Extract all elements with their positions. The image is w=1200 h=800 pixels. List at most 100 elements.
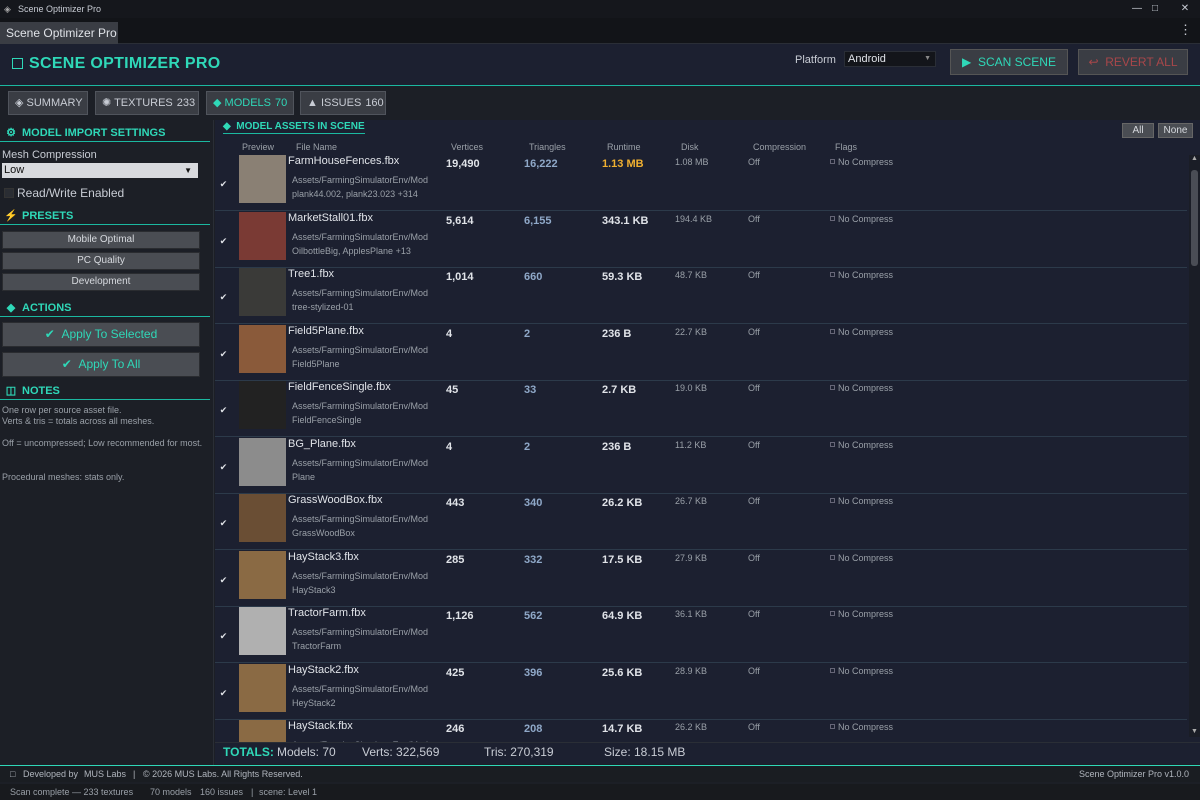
model-preview-thumbnail — [239, 437, 286, 486]
footer-version: Scene Optimizer Pro v1.0.0 — [1079, 769, 1190, 779]
disk-size: 28.9 KB — [675, 665, 708, 676]
file-path: Assets/FarmingSimulatorEnv/Mod — [292, 231, 429, 242]
undo-icon: ↩ — [1088, 55, 1099, 69]
row-select-checkbox[interactable]: ✔ — [218, 574, 229, 586]
notes-heading: ◫ NOTES — [0, 384, 210, 400]
row-select-checkbox[interactable]: ✔ — [218, 292, 229, 303]
tab-scene-optimizer[interactable]: Scene Optimizer Pro — [0, 22, 118, 44]
disk-size: 1.08 MB — [675, 157, 709, 167]
file-name: FarmHouseFences.fbx — [288, 155, 400, 167]
editor-tabbar: Scene Optimizer Pro ⋮ — [0, 18, 1200, 44]
flag-text: No Compress — [838, 496, 894, 506]
platform-select[interactable]: Android ▼ — [844, 51, 936, 67]
revert-all-button[interactable]: ↩ REVERT ALL — [1078, 49, 1188, 75]
runtime-size: 17.5 KB — [602, 553, 643, 566]
row-select-checkbox[interactable]: ✔ — [218, 461, 229, 473]
flag-box-icon — [830, 611, 835, 616]
row-select-checkbox[interactable]: ✔ — [218, 687, 229, 699]
column-header-runtime[interactable]: Runtime — [607, 142, 641, 152]
flags: No Compress — [830, 270, 893, 280]
scan-scene-button[interactable]: ▶ SCAN SCENE — [950, 49, 1068, 75]
table-row[interactable]: ✔ Tree1.fbx Assets/FarmingSimulatorEnv/Mod… — [215, 268, 1187, 324]
flag-box-icon — [830, 667, 835, 673]
select-all-button[interactable]: All — [1122, 123, 1154, 138]
tab-issues[interactable]: ▲ ISSUES 160 — [300, 91, 386, 115]
flag-text: No Compress — [838, 213, 894, 224]
file-name: TractorFarm.fbx — [288, 607, 366, 619]
table-row[interactable]: ✔ GrassWoodBox.fbx Assets/FarmingSimulator… — [215, 494, 1187, 550]
table-row[interactable]: ✔ BG_Plane.fbx Assets/FarmingSimulatorEnv/… — [215, 437, 1187, 494]
file-name: MarketStall01.fbx — [288, 211, 373, 224]
diamond-icon: ◆ — [6, 302, 16, 314]
row-select-checkbox[interactable]: ✔ — [218, 631, 229, 642]
column-header-compression[interactable]: Compression — [753, 142, 806, 152]
scroll-up-icon[interactable]: ▲ — [1189, 155, 1200, 165]
platform-value: Android — [848, 53, 886, 65]
close-button[interactable]: ✕ — [1168, 0, 1200, 18]
runtime-size: 236 B — [602, 440, 632, 453]
row-select-checkbox[interactable]: ✔ — [218, 518, 229, 529]
preset-mobile-optimal-button[interactable]: Mobile Optimal — [2, 231, 200, 249]
column-header-flags[interactable]: Flags — [835, 142, 857, 152]
row-select-checkbox[interactable]: ✔ — [218, 179, 229, 190]
table-row[interactable]: ✔ FarmHouseFences.fbx Assets/FarmingSimula… — [215, 155, 1187, 211]
gear-icon: ⚙ — [6, 127, 16, 139]
tab-textures[interactable]: ✺ TEXTURES 233 — [95, 91, 199, 115]
model-import-settings-heading: ⚙ MODEL IMPORT SETTINGS — [0, 126, 210, 142]
row-select-checkbox[interactable]: ✔ — [218, 405, 229, 416]
presets-text: PRESETS — [22, 210, 74, 222]
model-preview-thumbnail — [239, 324, 286, 373]
preset-pc-quality-button[interactable]: PC Quality — [2, 252, 200, 270]
tab-models[interactable]: ◆ MODELS 70 — [206, 91, 294, 115]
table-row[interactable]: ✔ Field5Plane.fbx Assets/FarmingSimulatorE… — [215, 324, 1187, 381]
mesh-compression-select[interactable]: Low ▼ — [2, 163, 198, 178]
scan-scene-label: SCAN SCENE — [977, 55, 1056, 69]
compression-value: Off — [748, 552, 760, 563]
model-preview-thumbnail — [239, 494, 286, 542]
disk-size: 36.1 KB — [675, 609, 708, 619]
row-select-checkbox[interactable]: ✔ — [218, 235, 229, 247]
flag-text: No Compress — [838, 722, 894, 732]
column-header-triangles[interactable]: Triangles — [529, 142, 566, 152]
maximize-button[interactable]: □ — [1138, 0, 1172, 18]
row-select-checkbox[interactable]: ✔ — [218, 348, 229, 360]
disk-size: 26.2 KB — [675, 722, 708, 732]
table-row[interactable]: ✔ MarketStall01.fbx Assets/FarmingSimulato… — [215, 211, 1187, 268]
flag-text: No Compress — [838, 270, 894, 280]
status-scene: scene: Level 1 — [259, 787, 318, 797]
flag-box-icon — [830, 554, 835, 560]
preset-development-button[interactable]: Development — [2, 273, 200, 291]
compression-value: Off — [748, 609, 760, 619]
tab-models-label: MODELS — [224, 97, 271, 109]
textures-icon: ✺ — [102, 97, 112, 109]
apply-to-all-button[interactable]: ✔ Apply To All — [2, 352, 200, 377]
table-row[interactable]: ✔ FieldFenceSingle.fbx Assets/FarmingSimul… — [215, 381, 1187, 437]
scroll-down-icon[interactable]: ▼ — [1189, 728, 1200, 738]
presets-heading: ⚡ PRESETS — [0, 209, 210, 225]
table-row[interactable]: ✔ HayStack3.fbx Assets/FarmingSimulatorEnv… — [215, 550, 1187, 607]
scrollbar-thumb[interactable] — [1191, 170, 1198, 266]
flag-text: No Compress — [838, 326, 894, 337]
tab-summary[interactable]: ◈ SUMMARY — [8, 91, 88, 115]
model-preview-thumbnail — [239, 663, 286, 712]
app-header: SCENE OPTIMIZER PRO Platform Android ▼ ▶ … — [0, 44, 1200, 86]
table-row[interactable]: HayStack.fbxAssets/FarmingSimulatorEnv/M… — [215, 720, 1187, 742]
column-header-preview[interactable]: Preview — [242, 142, 274, 152]
column-header-vertices[interactable]: Vertices — [451, 142, 483, 152]
file-path: Assets/FarmingSimulatorEnv/Mod — [292, 683, 429, 694]
table-row[interactable]: ✔ HayStack2.fbx Assets/FarmingSimulatorEnv… — [215, 663, 1187, 720]
read-write-checkbox[interactable] — [4, 188, 14, 198]
column-header-disk[interactable]: Disk — [681, 142, 699, 152]
chevron-down-icon: ▼ — [924, 55, 931, 62]
footer-company-link[interactable]: MUS Labs — [84, 769, 126, 779]
table-row[interactable]: ✔ TractorFarm.fbx Assets/FarmingSimulatorE… — [215, 607, 1187, 663]
platform-label: Platform — [795, 54, 836, 66]
note-line: Procedural meshes: stats only. — [2, 472, 125, 482]
model-preview-thumbnail — [239, 720, 286, 742]
more-menu-icon[interactable]: ⋮ — [1179, 22, 1192, 38]
select-none-button[interactable]: None — [1158, 123, 1193, 138]
runtime-size: 236 B — [602, 327, 632, 340]
apply-to-selected-button[interactable]: ✔ Apply To Selected — [2, 322, 200, 347]
model-import-settings-text: MODEL IMPORT SETTINGS — [22, 127, 166, 139]
column-header-file-name[interactable]: File Name — [296, 142, 337, 152]
